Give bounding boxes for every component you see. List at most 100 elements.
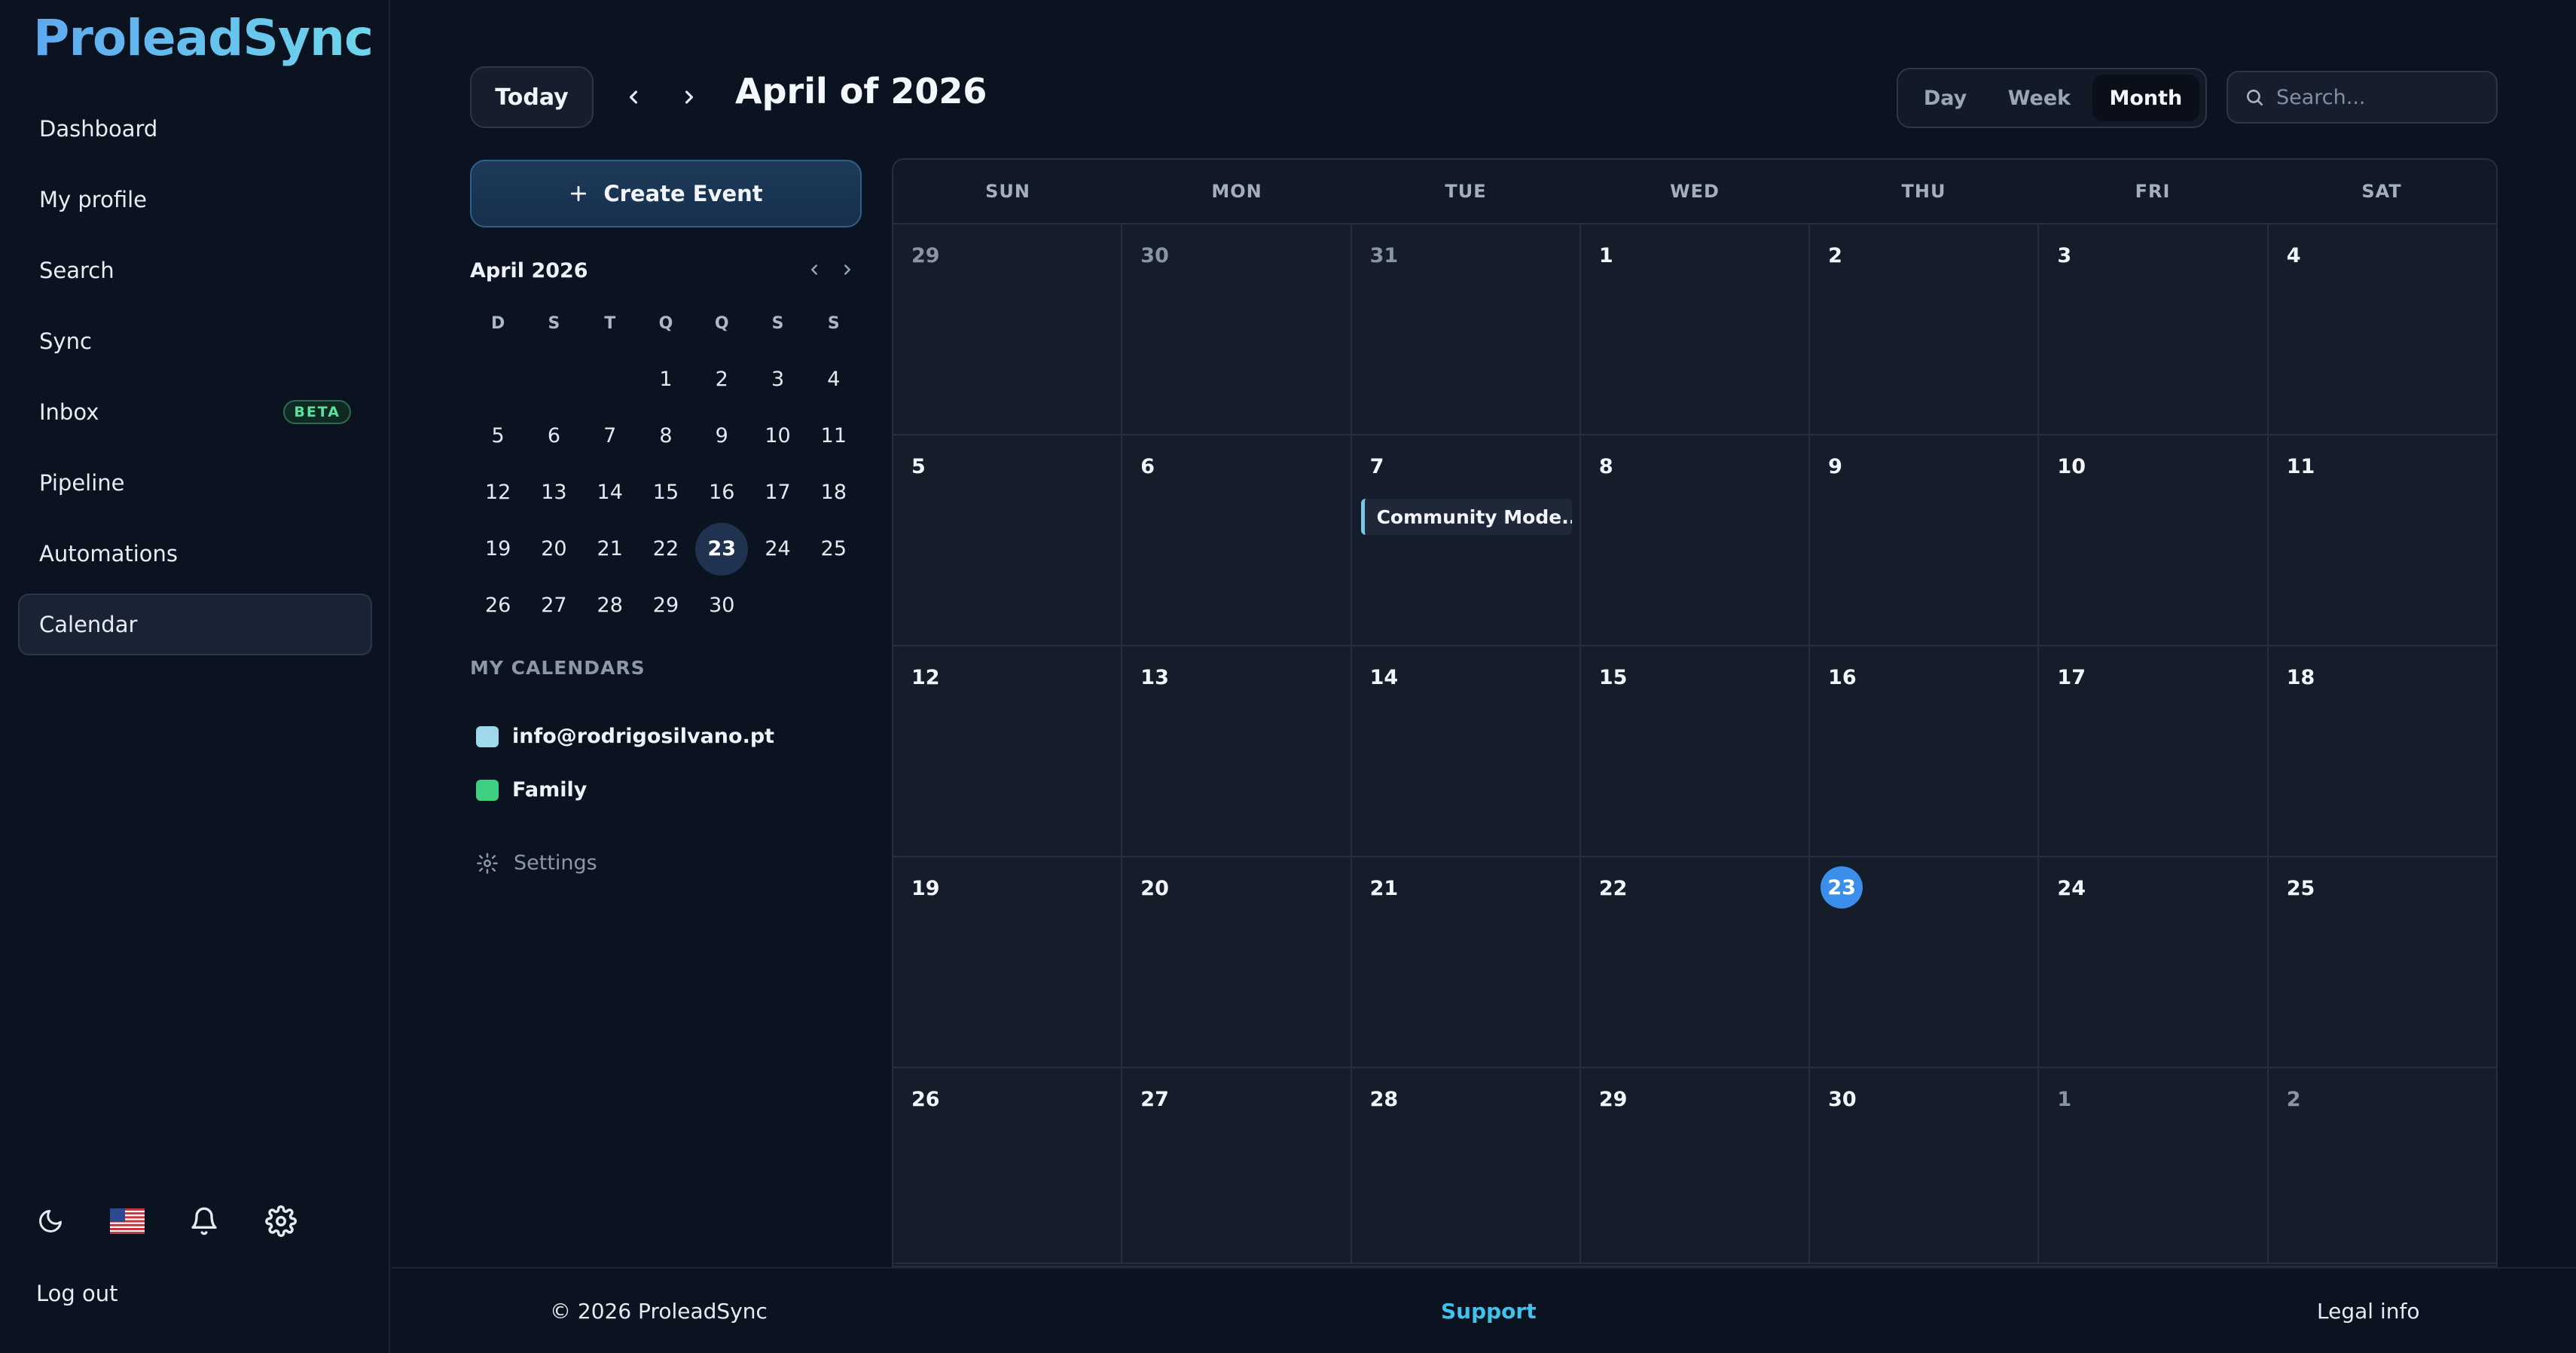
day-cell[interactable]: 30 <box>1810 1068 2040 1263</box>
mini-day[interactable]: 14 <box>582 465 638 521</box>
mini-day[interactable]: 11 <box>806 408 862 464</box>
mini-day[interactable]: 29 <box>638 578 694 634</box>
logout-link[interactable]: Log out <box>36 1281 118 1306</box>
mini-day[interactable]: 22 <box>638 521 694 577</box>
sidebar-item-search[interactable]: Search <box>18 240 372 301</box>
day-cell[interactable]: 28 <box>1351 1068 1581 1263</box>
sidebar-item-calendar[interactable]: Calendar <box>18 594 372 655</box>
sidebar-item-sync[interactable]: Sync <box>18 310 372 372</box>
day-cell[interactable]: 5 <box>893 435 1123 645</box>
day-cell[interactable]: 7 Community Mode... <box>1351 435 1581 645</box>
mini-day[interactable]: 10 <box>749 408 805 464</box>
day-cell[interactable]: 6 <box>1122 435 1352 645</box>
day-cell[interactable]: 29 <box>893 224 1123 434</box>
legal-info-link[interactable]: Legal info <box>2317 1299 2419 1324</box>
mini-day[interactable]: 15 <box>638 465 694 521</box>
day-cell[interactable]: 15 <box>1580 646 1811 856</box>
day-cell[interactable]: 20 <box>1122 857 1352 1067</box>
sidebar-item-my-profile[interactable]: My profile <box>18 169 372 231</box>
day-cell[interactable]: 2 <box>2268 1068 2496 1263</box>
day-cell[interactable]: 30 <box>1122 224 1352 434</box>
calendar-settings-link[interactable]: Settings <box>476 851 597 875</box>
page-title: April of 2026 <box>735 71 987 111</box>
mini-day[interactable]: 1 <box>638 352 694 408</box>
day-cell[interactable]: 1 <box>2039 1068 2269 1263</box>
sidebar-item-inbox[interactable]: Inbox BETA <box>18 381 372 443</box>
day-cell[interactable]: 14 <box>1351 646 1581 856</box>
sidebar-footer-icons <box>33 1204 298 1238</box>
support-link[interactable]: Support <box>1441 1299 1537 1324</box>
day-cell[interactable]: 17 <box>2039 646 2269 856</box>
mini-day[interactable]: 16 <box>694 465 749 521</box>
gear-icon[interactable] <box>264 1204 298 1238</box>
day-cell[interactable]: 31 <box>1351 224 1581 434</box>
mini-prev-button[interactable] <box>806 261 823 281</box>
mini-day[interactable]: 8 <box>638 408 694 464</box>
mini-day[interactable]: 7 <box>582 408 638 464</box>
sidebar-item-automations[interactable]: Automations <box>18 523 372 585</box>
day-cell[interactable]: 21 <box>1351 857 1581 1067</box>
day-cell[interactable]: 2 <box>1810 224 2040 434</box>
mini-day[interactable]: 17 <box>749 465 805 521</box>
day-cell-today[interactable]: 23 <box>1810 857 2040 1067</box>
prev-month-button[interactable] <box>616 80 651 115</box>
day-cell[interactable]: 10 <box>2039 435 2269 645</box>
view-week-button[interactable]: Week <box>1991 75 2088 121</box>
day-cell[interactable]: 11 <box>2268 435 2496 645</box>
mini-day[interactable]: 4 <box>806 352 862 408</box>
mini-day[interactable]: 18 <box>806 465 862 521</box>
day-cell[interactable]: 3 <box>2039 224 2269 434</box>
mini-day[interactable]: 25 <box>806 521 862 577</box>
mini-day[interactable]: 24 <box>749 521 805 577</box>
mini-day[interactable]: 30 <box>694 578 749 634</box>
day-cell[interactable]: 16 <box>1810 646 2040 856</box>
mini-day[interactable]: 23 <box>694 521 749 577</box>
create-event-button[interactable]: Create Event <box>470 160 862 228</box>
day-cell[interactable]: 9 <box>1810 435 2040 645</box>
bell-icon[interactable] <box>187 1204 221 1238</box>
mini-day[interactable]: 20 <box>526 521 581 577</box>
mini-day[interactable]: 5 <box>470 408 526 464</box>
moon-icon[interactable] <box>33 1204 68 1238</box>
mini-day[interactable]: 21 <box>582 521 638 577</box>
search-input[interactable] <box>2276 85 2480 109</box>
mini-next-button[interactable] <box>839 261 856 281</box>
calendar-item[interactable]: Family <box>476 778 587 802</box>
day-cell[interactable]: 18 <box>2268 646 2496 856</box>
mini-day[interactable]: 2 <box>694 352 749 408</box>
mini-day-number: 1 <box>659 368 673 391</box>
day-cell[interactable]: 8 <box>1580 435 1811 645</box>
day-cell[interactable]: 12 <box>893 646 1123 856</box>
event-chip[interactable]: Community Mode... <box>1360 499 1572 535</box>
day-cell[interactable]: 25 <box>2268 857 2496 1067</box>
us-flag-icon[interactable] <box>110 1204 145 1238</box>
day-cell[interactable]: 1 <box>1580 224 1811 434</box>
mini-day[interactable]: 12 <box>470 465 526 521</box>
sidebar: ProleadSync Dashboard My profile Search Syn… <box>0 0 390 1353</box>
day-cell[interactable]: 26 <box>893 1068 1123 1263</box>
day-cell[interactable]: 4 <box>2268 224 2496 434</box>
day-cell[interactable]: 19 <box>893 857 1123 1067</box>
day-cell[interactable]: 29 <box>1580 1068 1811 1263</box>
day-number: 27 <box>1140 1088 1169 1111</box>
day-cell[interactable]: 24 <box>2039 857 2269 1067</box>
day-cell[interactable]: 13 <box>1122 646 1352 856</box>
mini-day[interactable]: 6 <box>526 408 581 464</box>
brand-logo[interactable]: ProleadSync <box>33 9 374 67</box>
mini-day[interactable]: 19 <box>470 521 526 577</box>
mini-day[interactable]: 3 <box>749 352 805 408</box>
mini-day[interactable]: 9 <box>694 408 749 464</box>
view-day-button[interactable]: Day <box>1904 75 1986 121</box>
mini-day[interactable]: 26 <box>470 578 526 634</box>
day-cell[interactable]: 27 <box>1122 1068 1352 1263</box>
sidebar-item-dashboard[interactable]: Dashboard <box>18 98 372 160</box>
today-button[interactable]: Today <box>470 66 594 128</box>
next-month-button[interactable] <box>672 80 707 115</box>
mini-day[interactable]: 27 <box>526 578 581 634</box>
view-month-button[interactable]: Month <box>2092 75 2199 121</box>
calendar-item[interactable]: info@rodrigosilvano.pt <box>476 725 774 748</box>
mini-day[interactable]: 13 <box>526 465 581 521</box>
sidebar-item-pipeline[interactable]: Pipeline <box>18 452 372 514</box>
day-cell[interactable]: 22 <box>1580 857 1811 1067</box>
mini-day[interactable]: 28 <box>582 578 638 634</box>
